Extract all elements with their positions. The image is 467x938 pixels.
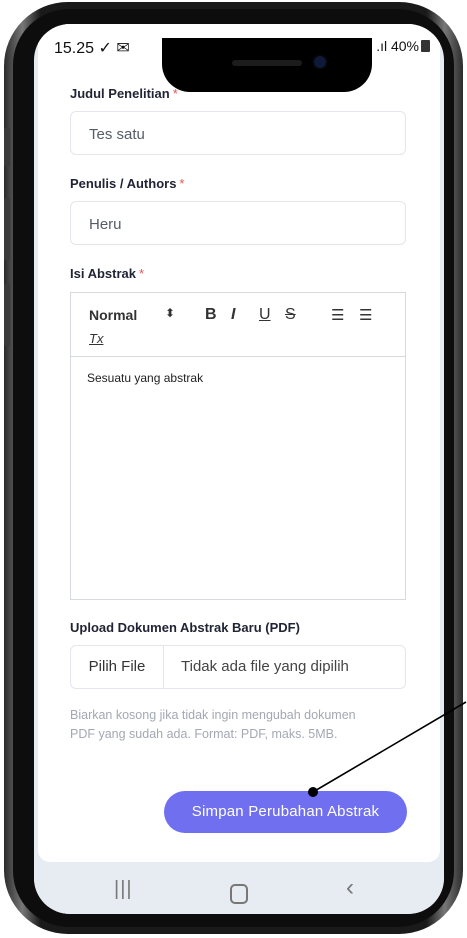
upload-help-text: Biarkan kosong jika tidak ingin mengubah… [70,708,356,741]
authors-input[interactable]: Heru [70,201,406,245]
editor-toolbar: Normal ⬍ B I U S ☰ ☰ Tx [71,293,405,357]
underline-button[interactable]: U [259,306,271,324]
bullet-list-icon[interactable]: ☰ [359,306,372,324]
speaker-grille [232,60,302,66]
format-select-arrows-icon[interactable]: ⬍ [165,306,175,320]
navigation-bar: ||| ‹ [34,870,444,914]
title-label: Judul Penelitian * [70,86,178,101]
back-icon[interactable]: ‹ [346,874,354,902]
home-icon[interactable] [230,884,248,904]
recent-apps-icon[interactable]: ||| [114,878,133,901]
battery-icon [421,40,430,52]
file-status-text: Tidak ada file yang dipilih [181,658,349,675]
notification-icons: ✓ ✉ [98,40,130,57]
title-input[interactable]: Tes satu [70,111,406,155]
mute-switch [4,128,10,166]
clear-format-icon[interactable]: Tx [89,331,103,346]
abstract-editor[interactable]: Normal ⬍ B I U S ☰ ☰ Tx Sesuatu yang abs… [70,292,406,600]
format-select[interactable]: Normal [89,307,137,323]
notch [162,38,372,92]
front-camera [314,56,326,68]
form-card: Judul Penelitian * Tes satu Penulis / Aut… [38,24,440,862]
volume-up-button [4,198,10,260]
ordered-list-icon[interactable]: ☰ [331,306,344,324]
strike-button[interactable]: S [285,306,296,324]
authors-input-value: Heru [89,216,122,233]
bold-button[interactable]: B [205,306,217,324]
authors-label: Penulis / Authors * [70,176,185,191]
file-input[interactable]: Pilih File Tidak ada file yang dipilih [70,645,406,689]
choose-file-button[interactable]: Pilih File [71,646,164,688]
volume-down-button [4,284,10,346]
upload-label: Upload Dokumen Abstrak Baru (PDF) [70,620,300,635]
required-mark: * [179,176,185,191]
phone-screen: Judul Penelitian * Tes satu Penulis / Aut… [34,24,444,914]
italic-button[interactable]: I [231,306,235,324]
required-mark: * [139,266,145,281]
title-input-value: Tes satu [89,126,145,143]
editor-content[interactable]: Sesuatu yang abstrak [87,371,203,385]
save-abstract-button[interactable]: Simpan Perubahan Abstrak [164,791,407,833]
status-time: 15.25 ✓ ✉ [54,40,130,57]
abstract-label: Isi Abstrak * [70,266,145,281]
